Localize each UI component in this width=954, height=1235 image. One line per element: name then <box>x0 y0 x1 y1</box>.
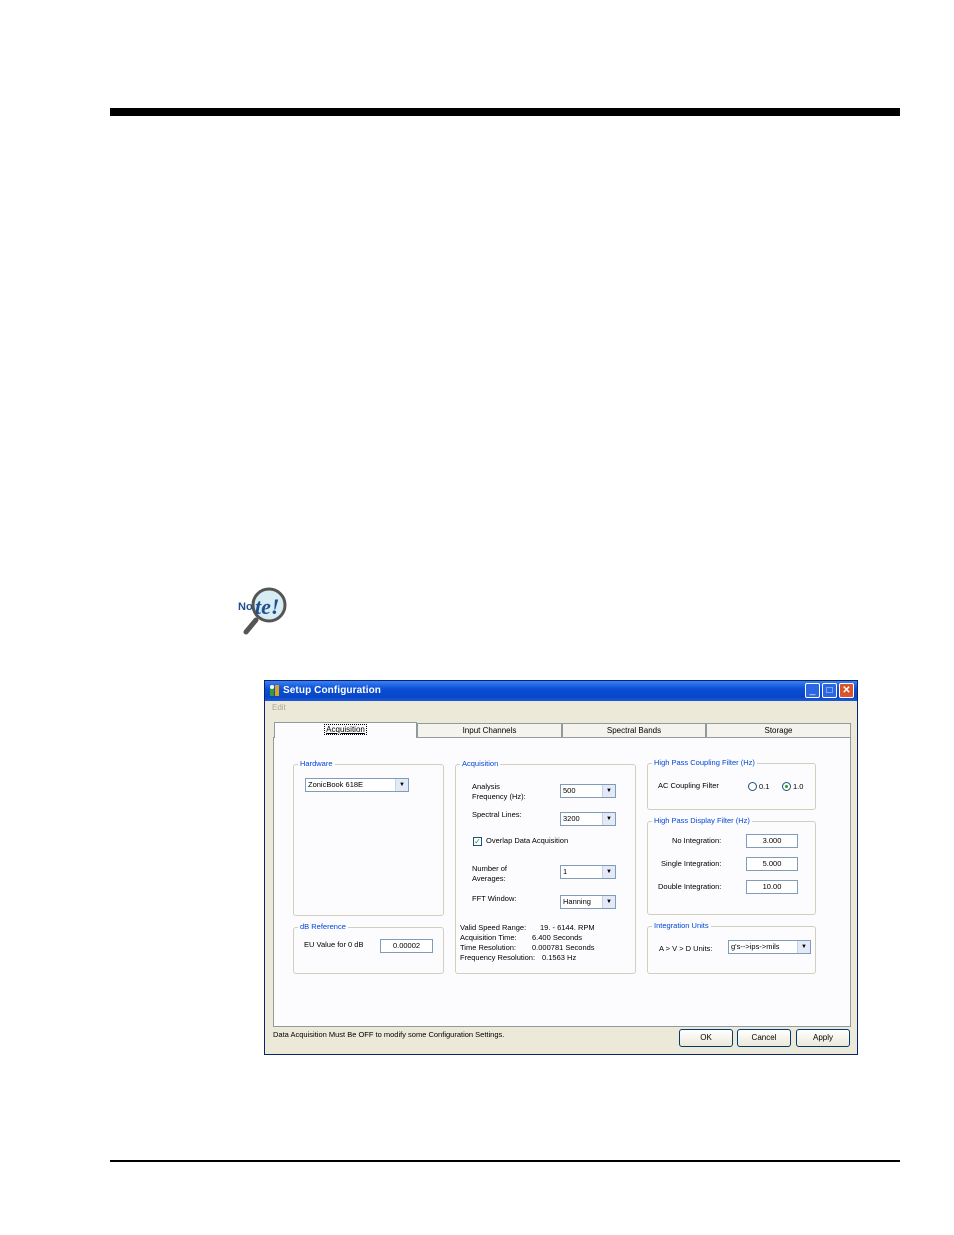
overlap-label: Overlap Data Acquisition <box>486 836 569 845</box>
coupling-option-1-0: 1.0 <box>793 782 804 791</box>
eu-value-label: EU Value for 0 dB <box>304 940 364 949</box>
apply-button[interactable]: Apply <box>796 1029 850 1047</box>
hp-display-group-label: High Pass Display Filter (Hz) <box>652 816 752 825</box>
analysis-frequency-select[interactable]: 500 ▼ <box>560 784 616 798</box>
overlap-checkbox[interactable]: ✓ <box>473 837 482 846</box>
hp-display-group: High Pass Display Filter (Hz) No Integra… <box>647 816 816 915</box>
valid-speed-value: 19. - 6144. RPM <box>540 923 595 932</box>
coupling-radio-1-0[interactable] <box>782 782 791 791</box>
menu-edit[interactable]: Edit <box>272 703 286 712</box>
hp-coupling-group-label: High Pass Coupling Filter (Hz) <box>652 758 757 767</box>
hp-coupling-group: High Pass Coupling Filter (Hz) AC Coupli… <box>647 758 816 810</box>
averages-select[interactable]: 1 ▼ <box>560 865 616 879</box>
chevron-down-icon[interactable]: ▼ <box>602 896 615 908</box>
top-rule <box>110 108 900 116</box>
analysis-frequency-label-2: Frequency (Hz): <box>472 792 526 801</box>
single-integration-label: Single Integration: <box>661 859 722 868</box>
bottom-rule <box>110 1160 900 1162</box>
averages-label-2: Averages: <box>472 874 506 883</box>
integration-units-group: Integration Units A > V > D Units: g's--… <box>647 921 816 974</box>
minimize-button[interactable]: _ <box>805 683 820 698</box>
db-reference-group: dB Reference EU Value for 0 dB 0.00002 <box>293 922 444 974</box>
close-button[interactable]: ✕ <box>839 683 854 698</box>
menu-bar: Edit <box>265 701 857 716</box>
double-integration-input[interactable]: 10.00 <box>746 880 798 894</box>
hardware-select[interactable]: ZonicBook 618E ▼ <box>305 778 409 792</box>
no-integration-label: No Integration: <box>672 836 722 845</box>
units-label: A > V > D Units: <box>659 944 713 953</box>
time-resolution-value: 0.000781 Seconds <box>532 943 595 952</box>
tab-input-channels[interactable]: Input Channels <box>417 723 562 737</box>
chevron-down-icon[interactable]: ▼ <box>395 779 408 791</box>
cancel-button[interactable]: Cancel <box>737 1029 791 1047</box>
db-reference-group-label: dB Reference <box>298 922 348 931</box>
double-integration-label: Double Integration: <box>658 882 722 891</box>
spectral-lines-label: Spectral Lines: <box>472 810 522 819</box>
eu-value-input[interactable]: 0.00002 <box>380 939 433 953</box>
ok-button[interactable]: OK <box>679 1029 733 1047</box>
window-title: Setup Configuration <box>283 685 381 696</box>
hardware-group-label: Hardware <box>298 759 335 768</box>
fft-window-label: FFT Window: <box>472 894 517 903</box>
frequency-resolution-label: Frequency Resolution: <box>460 953 536 962</box>
chevron-down-icon[interactable]: ▼ <box>602 813 615 825</box>
app-icon <box>270 685 279 696</box>
acquisition-panel: Hardware ZonicBook 618E ▼ dB Reference E… <box>273 737 851 1027</box>
time-resolution-label: Time Resolution: <box>460 943 516 952</box>
title-bar[interactable]: Setup Configuration _ □ ✕ <box>265 681 857 701</box>
analysis-frequency-label: Analysis <box>472 782 500 791</box>
note-magnifier-icon: No te! <box>238 587 287 635</box>
hardware-group: Hardware ZonicBook 618E ▼ <box>293 759 444 916</box>
valid-speed-label: Valid Speed Range: <box>460 923 527 932</box>
ac-coupling-label: AC Coupling Filter <box>658 781 719 790</box>
chevron-down-icon[interactable]: ▼ <box>602 866 615 878</box>
acquisition-time-label: Acquisition Time: <box>460 933 517 942</box>
status-text: Data Acquisition Must Be OFF to modify s… <box>273 1030 505 1039</box>
fft-window-select[interactable]: Hanning ▼ <box>560 895 616 909</box>
single-integration-input[interactable]: 5.000 <box>746 857 798 871</box>
averages-label: Number of <box>472 864 508 873</box>
maximize-button[interactable]: □ <box>822 683 837 698</box>
svg-text:te!: te! <box>255 594 279 619</box>
tab-storage[interactable]: Storage <box>706 723 851 737</box>
tab-spectral-bands[interactable]: Spectral Bands <box>562 723 706 737</box>
no-integration-input[interactable]: 3.000 <box>746 834 798 848</box>
frequency-resolution-value: 0.1563 Hz <box>542 953 577 962</box>
integration-units-group-label: Integration Units <box>652 921 711 930</box>
svg-text:No: No <box>238 601 253 613</box>
coupling-option-0-1: 0.1 <box>759 782 770 791</box>
acquisition-group: Acquisition Analysis Frequency (Hz): 500… <box>455 759 636 974</box>
chevron-down-icon[interactable]: ▼ <box>797 941 810 953</box>
setup-configuration-window: Setup Configuration _ □ ✕ Edit Acquisiti… <box>264 680 858 1055</box>
chevron-down-icon[interactable]: ▼ <box>602 785 615 797</box>
acquisition-time-value: 6.400 Seconds <box>532 933 583 942</box>
units-select[interactable]: g's-->ips->mils ▼ <box>728 940 811 954</box>
coupling-radio-0-1[interactable] <box>748 782 757 791</box>
acquisition-group-label: Acquisition <box>460 759 501 768</box>
spectral-lines-select[interactable]: 3200 ▼ <box>560 812 616 826</box>
tab-acquisition[interactable]: Acquisition <box>274 722 417 738</box>
